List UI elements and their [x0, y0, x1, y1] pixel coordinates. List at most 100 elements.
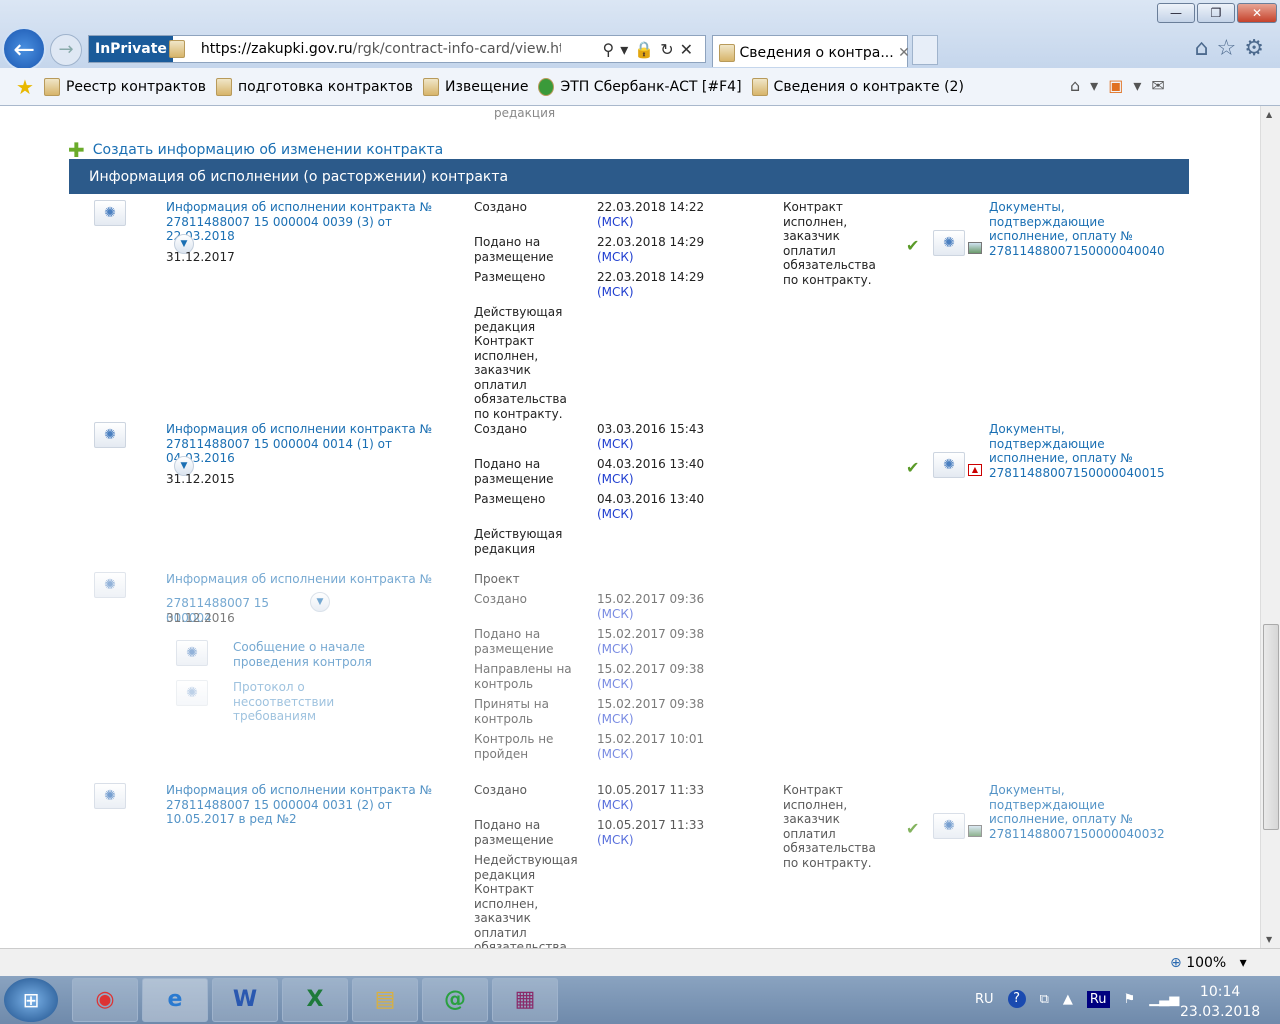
event-tz: (МСК) [597, 676, 634, 691]
event-time: 10.05.2017 11:33 [597, 783, 705, 797]
event-label: Действующая редакция Контракт исполнен, … [474, 305, 567, 421]
url-text[interactable]: https://zakupki.gov.ru/rgk/contract-info… [201, 41, 561, 57]
certificate-icon[interactable]: ✺ [933, 813, 965, 839]
browser-titlebar: — ❐ ✕ ← → InPrivate https://zakupki.gov.… [0, 0, 1280, 71]
scrollbar-thumb[interactable] [1263, 624, 1279, 830]
certificate-icon[interactable]: ✺ [176, 680, 208, 706]
mail-agent-taskbar-icon[interactable]: @ [422, 978, 488, 1022]
vertical-scrollbar[interactable]: ▲ ▼ [1260, 106, 1280, 948]
tab-contract-info[interactable]: Сведения о контра... ✕ [712, 35, 910, 67]
favorite-link[interactable]: подготовка контрактов [216, 77, 413, 96]
event-label: Подано на размещение [474, 627, 554, 656]
create-link-label: Создать информацию об изменении контракт… [92, 142, 444, 158]
control-start-link[interactable]: Сообщение о начале проведения контроля [233, 640, 373, 669]
favorite-link[interactable]: Реестр контрактов [43, 77, 206, 96]
nonconformity-protocol-link[interactable]: Протокол о несоответствии требованиям [233, 680, 403, 724]
certificate-icon[interactable]: ✺ [933, 452, 965, 478]
favorite-link[interactable]: Сведения о контракте (2) [751, 77, 964, 96]
signal-icon[interactable]: ▁▃▅ [1149, 992, 1179, 1007]
event-label: Контроль не пройден [474, 732, 554, 761]
minimize-button[interactable]: — [1157, 3, 1195, 23]
gear-icon[interactable]: ⚙ [1244, 36, 1272, 61]
new-tab-button[interactable] [912, 35, 938, 65]
dropdown-icon[interactable]: ▾ [1240, 955, 1247, 971]
documents-link[interactable]: Документы, подтверждающие исполнение, оп… [989, 200, 1165, 258]
scroll-down-icon[interactable]: ▼ [1266, 935, 1272, 944]
input-language-box[interactable]: Ru [1086, 990, 1110, 1008]
event-list: Создано 22.03.2018 14:22 (МСК) Подано на р… [474, 200, 717, 421]
ie-taskbar-icon[interactable]: e [142, 978, 208, 1022]
certificate-icon[interactable]: ✺ [176, 640, 208, 666]
zoom-icon: ⊕ [1170, 955, 1182, 971]
event-tz: (МСК) [597, 471, 634, 486]
event-time: 04.03.2016 13:40 [597, 457, 705, 471]
inprivate-badge: InPrivate [89, 36, 173, 62]
certificate-icon[interactable]: ✺ [94, 422, 126, 448]
certificate-icon[interactable]: ✺ [933, 230, 965, 256]
add-favorites-icon[interactable]: ★ [16, 75, 34, 99]
address-actions[interactable]: ⚲▾🔒↻✕ [603, 40, 699, 59]
record-title-link[interactable]: Информация об исполнении контракта № 278… [166, 783, 446, 827]
event-tz: (МСК) [597, 506, 634, 521]
winrar-taskbar-icon[interactable]: ▦ [492, 978, 558, 1022]
event-label: Размещено [474, 492, 546, 506]
chrome-taskbar-icon[interactable]: ◉ [72, 978, 138, 1022]
crest-icon [216, 77, 233, 96]
lock-icon[interactable]: 🔒 [634, 40, 660, 59]
home-icon[interactable]: ⌂ [1195, 36, 1217, 61]
favorite-link[interactable]: ЭТП Сбербанк-АСТ [#F4] [538, 77, 742, 96]
excel-taskbar-icon[interactable]: X [282, 978, 348, 1022]
start-button[interactable]: ⊞ [4, 978, 58, 1022]
zoom-control[interactable]: ⊕ 100% ▾ [1170, 955, 1247, 971]
crest-icon [751, 77, 768, 96]
stop-icon[interactable]: ✕ [680, 40, 699, 59]
clock[interactable]: 10:14 23.03.2018 [1180, 982, 1260, 1022]
record-title-link[interactable]: Информация об исполнении контракта № 278… [166, 422, 446, 466]
scroll-up-icon[interactable]: ▲ [1266, 110, 1272, 119]
favorite-label: ЭТП Сбербанк-АСТ [#F4] [560, 78, 742, 95]
favorites-star-icon[interactable]: ☆ [1217, 36, 1245, 61]
action-center-flag-icon[interactable]: ⚑ [1124, 992, 1136, 1007]
dropdown-icon[interactable]: ▾ [1090, 76, 1108, 95]
certificate-icon[interactable]: ✺ [94, 783, 126, 809]
documents-link[interactable]: Документы, подтверждающие исполнение, оп… [989, 783, 1165, 841]
maximize-button[interactable]: ❐ [1197, 3, 1235, 23]
certificate-icon[interactable]: ✺ [94, 572, 126, 598]
create-change-info-link[interactable]: ✚ Создать информацию об изменении контрак… [68, 140, 444, 160]
show-hidden-icons[interactable]: ▲ [1063, 992, 1073, 1007]
event-list: Создано 10.05.2017 11:33 (МСК) Подано на р… [474, 783, 717, 948]
back-button[interactable]: ← [2, 27, 46, 71]
rss-icon[interactable]: ▣ [1108, 76, 1133, 95]
address-bar[interactable]: InPrivate https://zakupki.gov.ru/rgk/con… [88, 35, 706, 63]
event-time: 15.02.2017 09:38 [597, 662, 705, 676]
word-taskbar-icon[interactable]: W [212, 978, 278, 1022]
forward-button[interactable]: → [50, 34, 82, 66]
cut-text: редакция [494, 106, 556, 120]
mail-icon[interactable]: ✉ [1151, 76, 1174, 95]
record-status: Контракт исполнен, заказчик оплатил обяз… [783, 200, 876, 287]
close-window-button[interactable]: ✕ [1237, 3, 1277, 23]
dropdown-icon[interactable]: ▾ [620, 40, 634, 59]
network-window-icon[interactable]: ⧉ [1040, 992, 1049, 1007]
event-time: 15.02.2017 09:38 [597, 627, 705, 641]
tab-close-icon[interactable]: ✕ [898, 45, 910, 61]
expand-icon[interactable]: ▼ [310, 592, 330, 612]
language-indicator[interactable]: RU [975, 992, 994, 1007]
record-date: 31.12.2017 [166, 250, 235, 264]
explorer-taskbar-icon[interactable]: ▤ [352, 978, 418, 1022]
record-title-link[interactable]: Информация об исполнении контракта № 278… [166, 200, 446, 244]
zoom-level: 100% [1186, 955, 1227, 971]
record-title-link[interactable]: Информация об исполнении контракта № [166, 572, 446, 587]
documents-link[interactable]: Документы, подтверждающие исполнение, оп… [989, 422, 1165, 480]
help-icon[interactable]: ? [1007, 990, 1026, 1008]
event-time: 22.03.2018 14:22 [597, 200, 705, 214]
event-time: 03.03.2016 15:43 [597, 422, 705, 436]
event-time: 15.02.2017 09:38 [597, 697, 705, 711]
dropdown-icon[interactable]: ▾ [1133, 76, 1151, 95]
favorite-link[interactable]: Извещение [423, 77, 529, 96]
favorite-label: Извещение [445, 78, 529, 95]
home-icon[interactable]: ⌂ [1070, 76, 1090, 95]
certificate-icon[interactable]: ✺ [94, 200, 126, 226]
refresh-icon[interactable]: ↻ [660, 40, 679, 59]
search-icon[interactable]: ⚲ [603, 40, 621, 59]
